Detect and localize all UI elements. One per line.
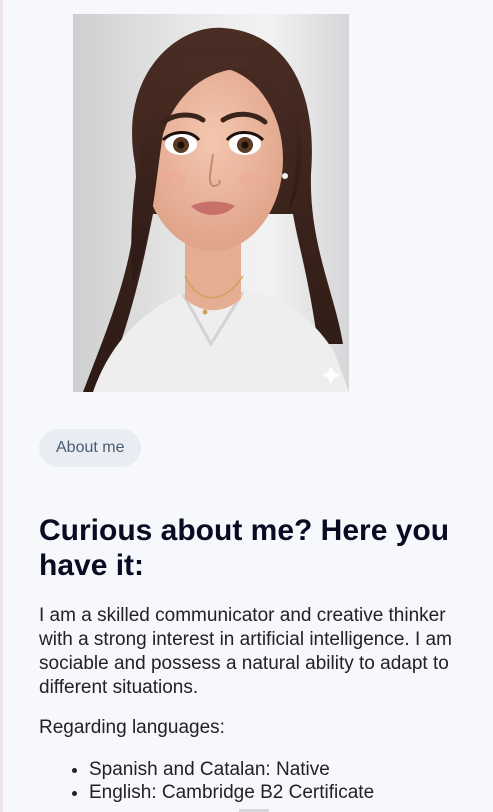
page-left-border [0,0,3,812]
profile-photo [73,14,349,392]
list-item: English: Cambridge B2 Certificate [89,781,374,804]
list-item: Spanish and Catalan: Native [89,758,374,781]
languages-list: Spanish and Catalan: Native English: Cam… [39,758,374,804]
intro-paragraph: I am a skilled communicator and creative… [39,605,452,698]
languages-title: Regarding languages: [39,717,225,738]
about-heading: Curious about me? Here you have it: [39,514,450,582]
about-me-tag[interactable]: About me [39,429,142,467]
